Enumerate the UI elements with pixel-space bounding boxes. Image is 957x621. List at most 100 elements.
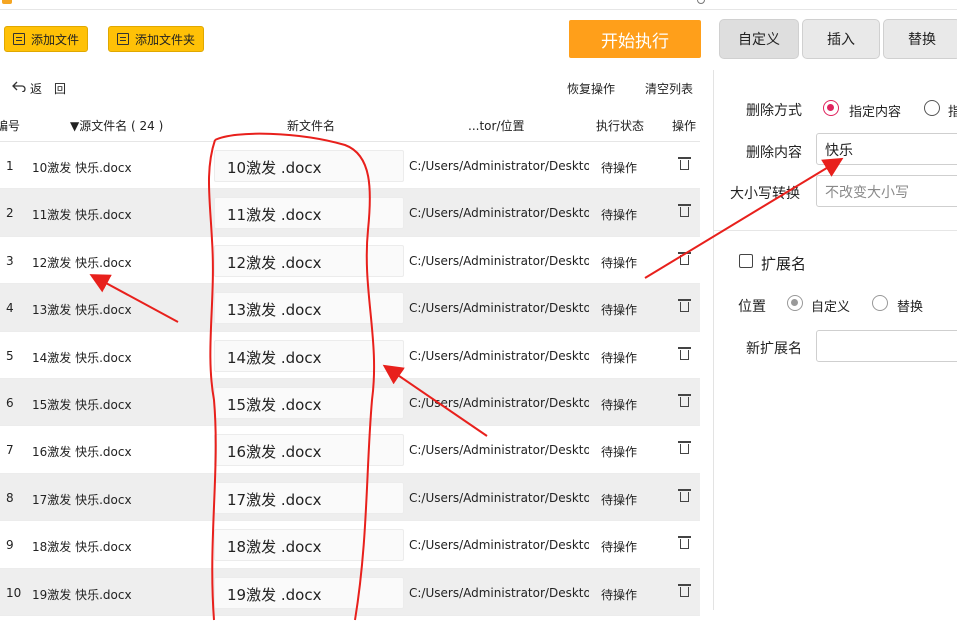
status-text: 待操作 xyxy=(601,397,638,412)
new-filename-input[interactable]: 15激发 .docx xyxy=(214,386,404,419)
extension-label: 扩展名 xyxy=(761,255,807,273)
delete-content-label: 删除内容 xyxy=(746,145,802,161)
new-filename-input[interactable]: 17激发 .docx xyxy=(214,481,404,514)
table-row[interactable]: 8 17激发 快乐.docx 17激发 .docx C:/Users/Administ… xyxy=(0,473,700,522)
new-filename-input[interactable]: 10激发 .docx xyxy=(214,150,404,182)
new-extension-input[interactable] xyxy=(816,330,957,362)
table-row[interactable]: 2 11激发 快乐.docx 11激发 .docx C:/Users/Administ… xyxy=(0,189,700,237)
row-number: 6 xyxy=(6,395,14,410)
title-bar-dot-icon xyxy=(697,0,705,4)
position-label: 位置 xyxy=(738,299,766,315)
status-text: 待操作 xyxy=(601,255,638,270)
status-text: 待操作 xyxy=(601,350,638,365)
position-option2-label: 替换 xyxy=(897,300,924,315)
tab-replace[interactable]: 替换 xyxy=(883,19,957,59)
back-button[interactable]: 返 回 xyxy=(12,80,66,97)
add-folder-label: 添加文件夹 xyxy=(135,32,196,47)
trash-icon[interactable] xyxy=(678,583,691,597)
delete-content-input[interactable]: 快乐 xyxy=(816,133,957,165)
file-list-icon xyxy=(13,33,25,45)
row-number: 2 xyxy=(6,206,14,221)
table-row[interactable]: 7 16激发 快乐.docx 16激发 .docx C:/Users/Administ… xyxy=(0,426,700,474)
new-filename-input[interactable]: 19激发 .docx xyxy=(214,576,404,609)
trash-icon[interactable] xyxy=(678,488,691,502)
table-row[interactable]: 1 10激发 快乐.docx 10激发 .docx C:/Users/Administ… xyxy=(0,142,700,190)
row-number: 8 xyxy=(6,490,14,505)
table-row[interactable]: 9 18激发 快乐.docx 18激发 .docx C:/Users/Administ… xyxy=(0,521,700,569)
position-radio-replace[interactable] xyxy=(872,295,888,311)
source-filename: 17激发 快乐.docx xyxy=(32,492,132,507)
file-table: 1 10激发 快乐.docx 10激发 .docx C:/Users/Administ… xyxy=(0,142,700,616)
status-text: 待操作 xyxy=(601,208,638,223)
case-convert-select[interactable]: 不改变大小写 xyxy=(816,175,957,207)
source-filename: 18激发 快乐.docx xyxy=(32,540,132,555)
trash-icon[interactable] xyxy=(678,536,691,550)
source-filename: 11激发 快乐.docx xyxy=(32,208,132,223)
trash-icon[interactable] xyxy=(678,393,691,407)
clear-list-button[interactable]: 清空列表 xyxy=(645,80,693,97)
trash-icon[interactable] xyxy=(678,299,691,313)
delete-mode-radio-other[interactable] xyxy=(924,100,940,116)
tab-insert[interactable]: 插入 xyxy=(802,19,880,59)
source-filename: 15激发 快乐.docx xyxy=(32,397,132,412)
source-filename: 10激发 快乐.docx xyxy=(32,161,132,175)
table-row[interactable]: 10 19激发 快乐.docx 19激发 .docx C:/Users/Adminis… xyxy=(0,568,700,616)
file-location: C:/Users/Administrator/Desktop, xyxy=(409,585,589,600)
file-location: C:/Users/Administrator/Desktop, xyxy=(409,538,589,553)
trash-icon[interactable] xyxy=(678,157,691,170)
row-number: 10 xyxy=(6,585,22,600)
row-number: 1 xyxy=(6,159,14,173)
table-row[interactable]: 3 12激发 快乐.docx 12激发 .docx C:/Users/Administ… xyxy=(0,237,700,285)
add-file-button[interactable]: 添加文件 xyxy=(4,26,89,52)
position-radio-custom[interactable] xyxy=(787,295,803,311)
header-newname: 新文件名 xyxy=(287,119,336,133)
new-filename-input[interactable]: 14激发 .docx xyxy=(214,339,404,372)
new-filename-input[interactable]: 11激发 .docx xyxy=(214,197,404,230)
row-number: 3 xyxy=(6,253,14,268)
file-location: C:/Users/Administrator/Desktop, xyxy=(409,348,589,363)
extension-checkbox[interactable] xyxy=(739,254,753,268)
tab-custom[interactable]: 自定义 xyxy=(719,19,799,59)
back-label-2: 回 xyxy=(54,82,67,96)
trash-icon[interactable] xyxy=(678,441,691,455)
file-location: C:/Users/Administrator/Desktop, xyxy=(409,490,589,505)
file-location: C:/Users/Administrator/Desktop, xyxy=(409,253,589,268)
row-number: 4 xyxy=(6,301,14,316)
status-text: 待操作 xyxy=(601,161,638,175)
start-button[interactable]: 开始执行 xyxy=(569,20,701,58)
file-location: C:/Users/Administrator/Desktop, xyxy=(409,301,589,316)
delete-mode-option1-label: 指定内容 xyxy=(849,105,902,120)
status-text: 待操作 xyxy=(601,587,638,602)
position-option1-label: 自定义 xyxy=(811,300,851,315)
source-filename: 14激发 快乐.docx xyxy=(32,350,132,365)
restore-button[interactable]: 恢复操作 xyxy=(567,80,615,97)
new-filename-input[interactable]: 12激发 .docx xyxy=(214,244,404,277)
new-filename-input[interactable]: 16激发 .docx xyxy=(214,434,404,467)
table-row[interactable]: 5 14激发 快乐.docx 14激发 .docx C:/Users/Administ… xyxy=(0,332,700,379)
table-row[interactable]: 4 13激发 快乐.docx 13激发 .docx C:/Users/Administ… xyxy=(0,284,700,332)
status-text: 待操作 xyxy=(601,303,638,318)
file-location: C:/Users/Administrator/Desktop, xyxy=(409,395,589,410)
status-text: 待操作 xyxy=(601,445,638,460)
settings-panel: 删除方式 指定内容 指 删除内容 快乐 大小写转换 不改变大小写 扩展名 位置 … xyxy=(714,70,957,615)
trash-icon[interactable] xyxy=(678,204,691,218)
back-label: 返 xyxy=(30,82,43,96)
case-convert-label: 大小写转换 xyxy=(730,186,800,202)
row-number: 7 xyxy=(6,443,14,458)
section-divider xyxy=(714,230,957,231)
trash-icon[interactable] xyxy=(678,251,691,265)
delete-mode-radio-specified[interactable] xyxy=(823,100,839,116)
new-filename-input[interactable]: 13激发 .docx xyxy=(214,292,404,325)
status-text: 待操作 xyxy=(601,540,638,555)
add-folder-button[interactable]: 添加文件夹 xyxy=(108,26,205,52)
header-status: 执行状态 xyxy=(596,119,645,133)
source-filename: 19激发 快乐.docx xyxy=(32,587,132,602)
delete-mode-label: 删除方式 xyxy=(746,103,802,119)
header-num: 编号 xyxy=(0,119,21,133)
header-location: ...tor/位置 xyxy=(468,119,525,133)
trash-icon[interactable] xyxy=(678,346,691,360)
add-file-label: 添加文件 xyxy=(31,32,80,47)
table-row[interactable]: 6 15激发 快乐.docx 15激发 .docx C:/Users/Administ… xyxy=(0,378,700,427)
new-filename-input[interactable]: 18激发 .docx xyxy=(214,529,404,562)
header-source[interactable]: ▼源文件名 ( 24 ) xyxy=(70,117,163,134)
